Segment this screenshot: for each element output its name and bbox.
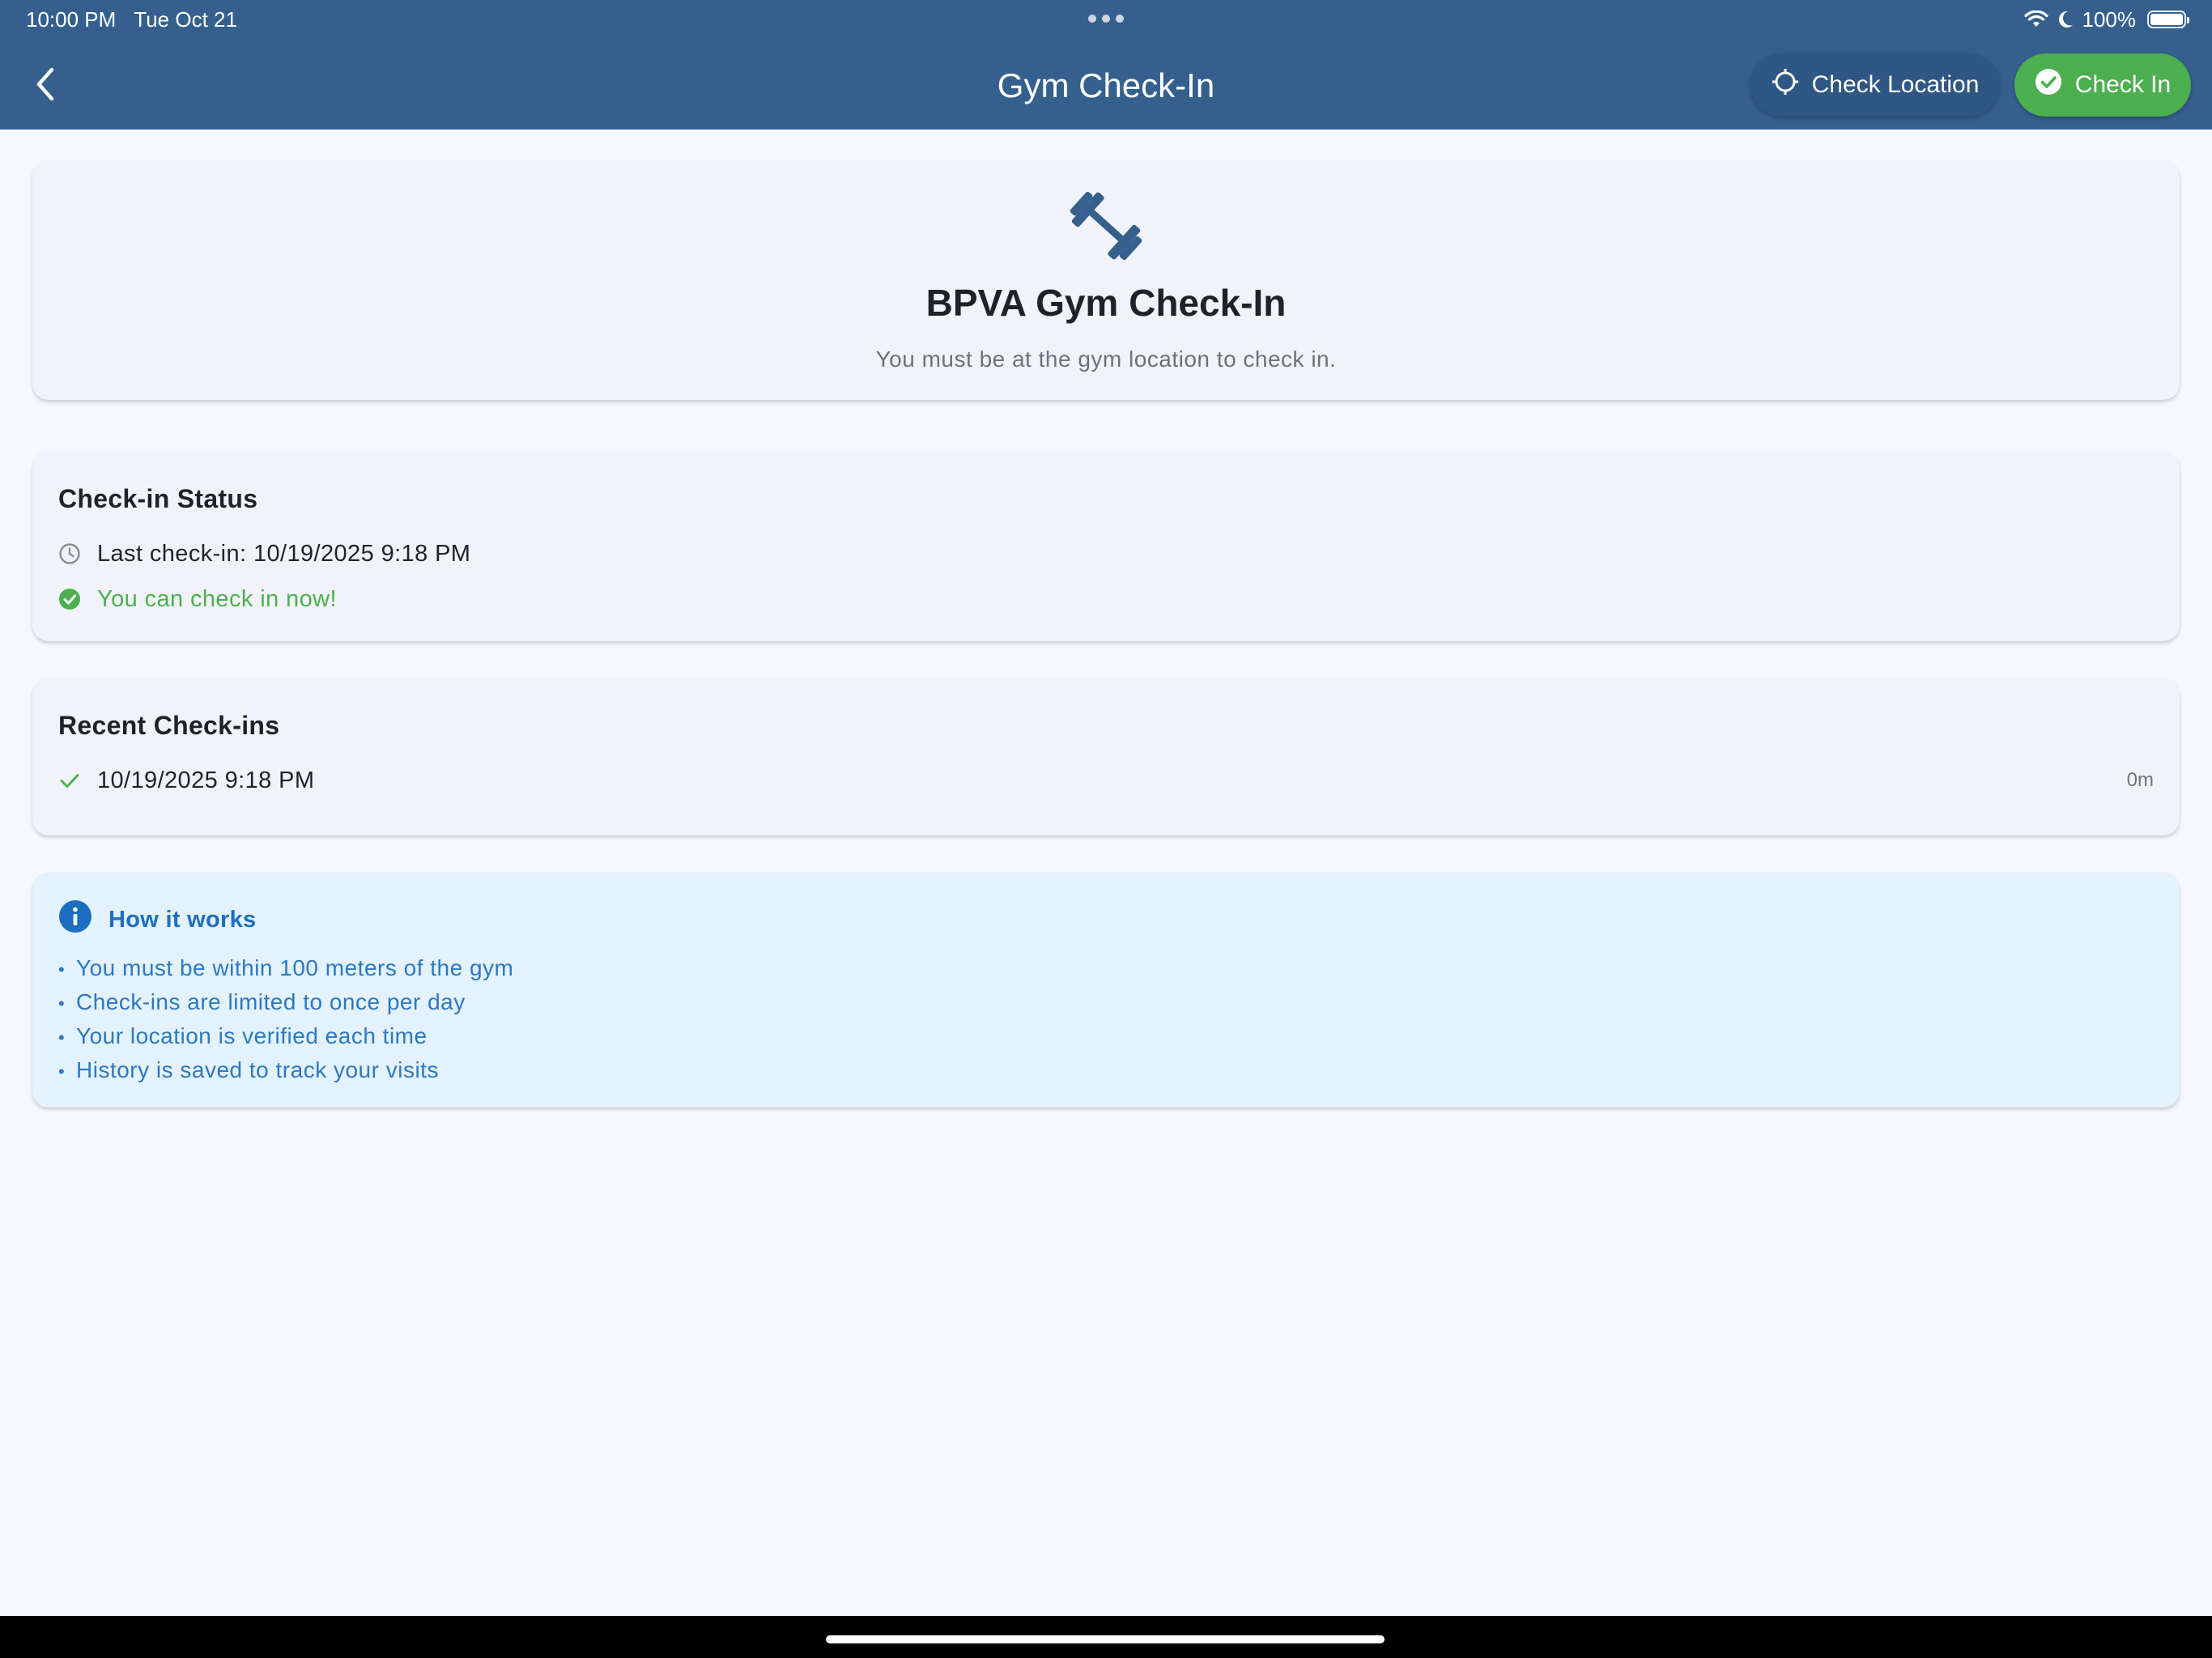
chevron-left-icon: [34, 66, 57, 106]
list-item: Your location is verified each time: [58, 1020, 513, 1054]
check-in-button[interactable]: Check In: [2014, 53, 2191, 117]
list-item: History is saved to track your visits: [58, 1054, 513, 1088]
moon-icon: [2057, 10, 2074, 29]
list-item: 10/19/2025 9:18 PM: [58, 764, 314, 797]
recent-checkins-heading: Recent Check-ins: [58, 711, 280, 740]
dumbbell-icon: [1066, 191, 1146, 261]
app-bar: 10:00 PM Tue Oct 21 100% Gym Check-In Ch…: [0, 0, 2212, 130]
check-location-button[interactable]: Check Location: [1750, 53, 2000, 117]
home-indicator[interactable]: [826, 1635, 1385, 1643]
checkin-availability-row: You can check in now!: [58, 583, 337, 615]
checkin-status-heading: Check-in Status: [58, 484, 258, 513]
crosshair-icon: [1772, 68, 1799, 102]
status-bar-time: 10:00 PM Tue Oct 21: [26, 6, 237, 32]
status-date: Tue Oct 21: [134, 7, 237, 32]
list-item: Check-ins are limited to once per day: [58, 986, 513, 1020]
check-icon: [58, 769, 81, 792]
wifi-icon: [2023, 11, 2048, 28]
last-checkin-row: Last check-in: 10/19/2025 9:18 PM: [58, 538, 470, 570]
clock-icon: [58, 542, 81, 565]
how-it-works-list: You must be within 100 meters of the gym…: [58, 952, 513, 1088]
check-circle-icon: [2035, 68, 2062, 102]
last-checkin-text: Last check-in: 10/19/2025 9:18 PM: [97, 540, 471, 567]
check-location-label: Check Location: [1811, 71, 1980, 98]
check-in-label: Check In: [2074, 71, 2172, 98]
status-bar-indicators: 100%: [2023, 6, 2189, 32]
recent-checkin-duration: 0m: [2126, 769, 2154, 791]
list-item: You must be within 100 meters of the gym: [58, 952, 513, 986]
hero-title: BPVA Gym Check-In: [925, 282, 1287, 324]
multitasking-dots-icon[interactable]: [1088, 15, 1124, 23]
back-button[interactable]: [23, 63, 68, 108]
how-it-works-heading: How it works: [108, 906, 257, 933]
battery-icon: [2147, 11, 2189, 28]
check-circle-icon: [58, 588, 81, 610]
hero-subtitle: You must be at the gym location to check…: [875, 346, 1337, 372]
recent-checkin-datetime: 10/19/2025 9:18 PM: [97, 767, 315, 793]
status-time: 10:00 PM: [26, 7, 117, 32]
how-it-works-header: How it works: [58, 899, 257, 940]
info-icon: [58, 899, 92, 940]
checkin-availability-text: You can check in now!: [97, 585, 337, 612]
battery-percent: 100%: [2082, 6, 2137, 32]
recent-checkins-card: [32, 678, 2180, 835]
